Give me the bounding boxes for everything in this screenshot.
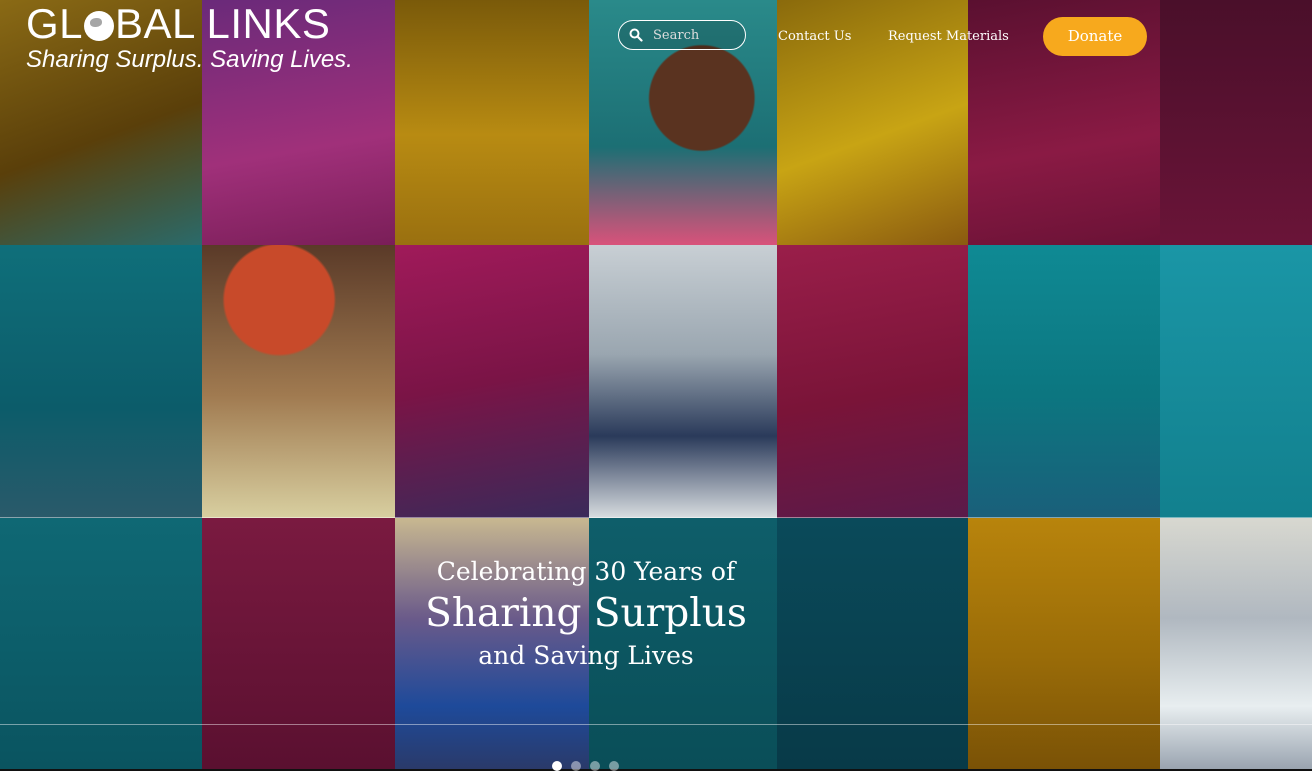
photo-tile: [968, 245, 1160, 518]
photo-tile: [0, 518, 202, 769]
photo-tile: [0, 245, 202, 518]
photo-tile: [1160, 0, 1312, 245]
carousel-dot[interactable]: [552, 761, 562, 771]
logo-tagline: Sharing Surplus. Saving Lives.: [26, 46, 353, 73]
photo-tile: [395, 0, 589, 245]
photo-tile: [202, 518, 395, 769]
photo-tile: [589, 245, 777, 518]
divider-line: [0, 517, 1312, 518]
divider-line: [0, 724, 1312, 725]
logo-title: GL BAL LINKS: [26, 2, 353, 46]
carousel-dot[interactable]: [590, 761, 600, 771]
logo-title-part: BAL LINKS: [115, 0, 331, 47]
globe-icon: [84, 11, 115, 41]
donate-button[interactable]: Donate: [1043, 17, 1147, 56]
search-icon: [629, 28, 643, 42]
photo-tile: [777, 245, 968, 518]
photo-tile: [202, 245, 395, 518]
nav-request-materials[interactable]: Request Materials: [888, 29, 1009, 44]
photo-tile: [968, 518, 1160, 769]
photo-tile: [395, 245, 589, 518]
site-logo[interactable]: GL BAL LINKS Sharing Surplus. Saving Live…: [26, 2, 353, 74]
photo-tile: [1160, 245, 1312, 518]
hero-line-1: Celebrating 30 Years of: [436, 557, 736, 586]
nav-contact-us[interactable]: Contact Us: [778, 29, 851, 44]
photo-tile: [777, 518, 968, 769]
carousel-dot[interactable]: [571, 761, 581, 771]
search-box[interactable]: [618, 20, 746, 50]
logo-title-part: GL: [26, 0, 84, 47]
hero-caption: Celebrating 30 Years of Sharing Surplus …: [400, 556, 772, 672]
hero-line-3: and Saving Lives: [478, 641, 694, 670]
photo-tile: [1160, 518, 1312, 769]
carousel-dot[interactable]: [609, 761, 619, 771]
search-input[interactable]: [653, 25, 739, 45]
hero-line-2: Sharing Surplus: [425, 591, 747, 636]
